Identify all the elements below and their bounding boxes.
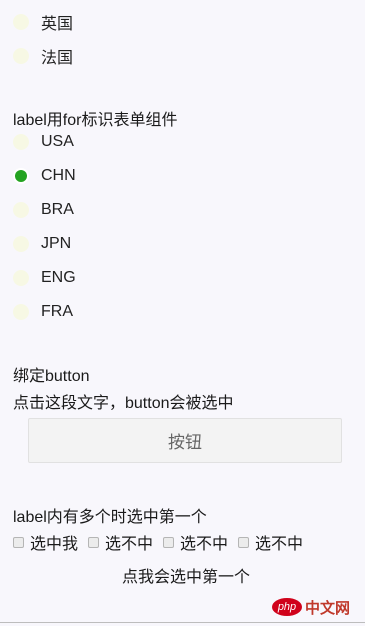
radio-button[interactable] (13, 14, 29, 30)
checkbox[interactable] (238, 536, 250, 548)
checkbox[interactable] (88, 536, 100, 548)
select-first-label-text[interactable]: 点我会选中第一个 (0, 563, 365, 587)
radio-label[interactable]: BRA (41, 201, 74, 219)
radio-button-checked[interactable] (13, 168, 29, 184)
checkbox-row: 选中我 选不中 选不中 选不中 (13, 530, 313, 554)
checkbox[interactable] (163, 536, 175, 548)
radio-option-uk[interactable]: 英国 (13, 10, 73, 34)
radio-button[interactable] (13, 304, 29, 320)
radio-button[interactable] (13, 236, 29, 252)
radio-option-jpn[interactable]: JPN (13, 232, 71, 256)
radio-button[interactable] (13, 134, 29, 150)
radio-label[interactable]: 法国 (41, 44, 73, 68)
radio-button[interactable] (13, 270, 29, 286)
php-logo-icon: php (272, 598, 302, 616)
checkbox-option[interactable]: 选不中 (88, 530, 153, 554)
radio-option-eng[interactable]: ENG (13, 266, 76, 290)
checkbox-option[interactable]: 选中我 (13, 530, 78, 554)
bind-button-label-text[interactable]: 点击这段文字，button会被选中 (13, 389, 234, 413)
radio-button[interactable] (13, 202, 29, 218)
watermark-text: 中文网 (305, 598, 351, 617)
checkbox-option[interactable]: 选不中 (163, 530, 228, 554)
section-heading-bind-button: 绑定button (13, 368, 90, 385)
checkbox-label[interactable]: 选不中 (255, 530, 303, 554)
radio-label[interactable]: JPN (41, 235, 71, 253)
php-cn-watermark-logo: php 中文网 (272, 596, 350, 618)
bound-button[interactable]: 按钮 (28, 418, 342, 463)
radio-option-usa[interactable]: USA (13, 130, 74, 154)
radio-label[interactable]: USA (41, 133, 74, 151)
radio-label[interactable]: ENG (41, 269, 76, 287)
radio-label[interactable]: 英国 (41, 10, 73, 34)
radio-option-chn[interactable]: CHN (13, 164, 76, 188)
radio-label[interactable]: CHN (41, 167, 76, 185)
section-heading-for-label: label用for标识表单组件 (13, 112, 178, 129)
radio-option-fra[interactable]: FRA (13, 300, 73, 324)
checkbox[interactable] (13, 536, 24, 548)
checkbox-label[interactable]: 选中我 (30, 530, 78, 554)
section-heading-multi-label: label内有多个时选中第一个 (13, 509, 207, 526)
bottom-divider (0, 622, 365, 623)
checkbox-label[interactable]: 选不中 (180, 530, 228, 554)
radio-label[interactable]: FRA (41, 303, 73, 321)
radio-button[interactable] (13, 48, 29, 64)
checkbox-option[interactable]: 选不中 (238, 530, 303, 554)
radio-option-france[interactable]: 法国 (13, 44, 73, 68)
radio-option-bra[interactable]: BRA (13, 198, 74, 222)
checkbox-label[interactable]: 选不中 (105, 530, 153, 554)
